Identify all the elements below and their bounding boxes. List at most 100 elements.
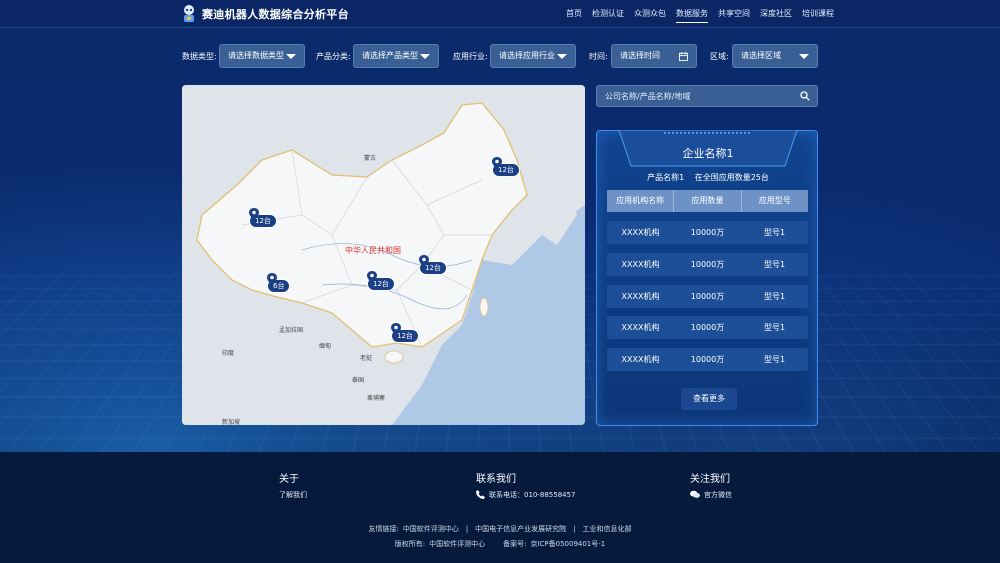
- table-row[interactable]: XXXX机构 10000万 型号1: [607, 285, 808, 308]
- location-pin-icon: [492, 157, 502, 169]
- calendar-icon: [679, 52, 688, 61]
- map-marker[interactable]: 12台: [249, 208, 277, 228]
- search-box: [596, 85, 818, 107]
- icp-number: 京ICP备05009401号-1: [530, 540, 606, 548]
- org-name-cell: XXXX机构: [621, 292, 660, 301]
- region-label: 区域:: [710, 52, 729, 61]
- nav-training[interactable]: 培训课程: [802, 0, 834, 28]
- china-map[interactable]: 蒙古 印度 缅甸 老挝 泰国 柬埔寨 孟加拉国 新加坡 中华人民共和国 12台 …: [182, 85, 585, 425]
- search-input[interactable]: [597, 86, 797, 106]
- copyright-label: 版权所有:: [394, 540, 426, 548]
- friend-links-label: 友情链接:: [368, 525, 399, 533]
- quantity-cell: 10000万: [690, 228, 725, 237]
- location-pin-icon: [249, 208, 259, 220]
- model-cell: 型号1: [763, 323, 786, 332]
- nav-home[interactable]: 首页: [566, 0, 582, 28]
- org-name-cell: XXXX机构: [621, 260, 660, 269]
- map-marker[interactable]: 12台: [391, 323, 419, 343]
- main-nav: 首页 检测认证 众测众包 数据服务 共享空间 深度社区 培训课程: [566, 0, 834, 28]
- data-type-select[interactable]: 请选择数据类型: [219, 44, 305, 68]
- industry-label: 应用行业:: [453, 52, 488, 61]
- region-value: 请选择区域: [741, 51, 781, 60]
- link-divider: |: [573, 525, 576, 533]
- company-name: 企业名称1: [682, 147, 734, 160]
- footer-about-title: 关于: [279, 474, 299, 485]
- map-label-laos: 老挝: [360, 355, 373, 362]
- location-pin-icon: [419, 255, 429, 267]
- view-more-button[interactable]: 查看更多: [681, 388, 737, 410]
- industry-value: 请选择应用行业: [499, 51, 555, 60]
- column-header: 应用数量: [674, 190, 742, 212]
- table-row[interactable]: XXXX机构 10000万 型号1: [607, 253, 808, 276]
- map-label-myanmar: 缅甸: [319, 343, 332, 350]
- industry-select[interactable]: 请选择应用行业: [490, 44, 576, 68]
- location-pin-icon: [367, 271, 377, 283]
- map-marker[interactable]: 12台: [419, 255, 447, 275]
- location-pin-icon: [391, 323, 401, 335]
- link-divider: |: [465, 525, 469, 533]
- column-header: 应用机构名称: [607, 190, 675, 212]
- map-marker[interactable]: 12台: [367, 271, 395, 291]
- wechat-text: 官方微信: [704, 491, 732, 499]
- model-cell: 型号1: [763, 355, 786, 364]
- table-row[interactable]: XXXX机构 10000万 型号1: [607, 221, 808, 244]
- friend-link[interactable]: 中国软件评测中心: [403, 525, 459, 533]
- friend-link[interactable]: 工业和信息化部: [583, 525, 632, 533]
- map-marker[interactable]: 6台: [267, 273, 291, 293]
- footer: 关于 了解我们 联系我们 联系电话：010-88558457 关注我们 官方微信…: [0, 452, 1000, 563]
- wechat-icon: [690, 490, 700, 498]
- model-cell: 型号1: [763, 292, 786, 301]
- model-cell: 型号1: [763, 260, 786, 269]
- map-label-bangladesh: 孟加拉国: [279, 327, 304, 334]
- column-header: 应用型号: [758, 196, 791, 205]
- company-summary: 产品名称1 在全国应用数量25台: [597, 172, 819, 183]
- nav-shared-space[interactable]: 共享空间: [718, 0, 750, 28]
- product-category-select[interactable]: 请选择产品类型: [353, 44, 439, 68]
- nav-community[interactable]: 深度社区: [760, 0, 792, 28]
- friend-link[interactable]: 中国电子信息产业发展研究院: [475, 525, 566, 533]
- time-label: 时间:: [589, 52, 608, 61]
- copyright-owner: 中国软件评测中心: [429, 540, 486, 548]
- company-panel: 企业名称1 产品名称1 在全国应用数量25台 应用机构名称 应用数量 应用型号 …: [596, 130, 818, 426]
- filter-bar: 数据类型: 请选择数据类型 产品分类: 请选择产品类型 应用行业: 请选择应用行…: [0, 44, 1000, 68]
- search-icon[interactable]: [800, 91, 810, 101]
- map-marker[interactable]: 12台: [492, 157, 520, 177]
- map-label-mongolia: 蒙古: [364, 155, 377, 162]
- data-type-value: 请选择数据类型: [228, 51, 284, 60]
- nav-certification[interactable]: 检测认证: [592, 0, 624, 28]
- quantity-cell: 10000万: [690, 292, 725, 301]
- location-pin-icon: [267, 273, 277, 285]
- table-row[interactable]: XXXX机构 10000万 型号1: [607, 348, 808, 371]
- product-name: 产品名称1: [647, 173, 685, 182]
- quantity-cell: 10000万: [690, 355, 725, 364]
- chevron-down-icon: [557, 54, 567, 59]
- top-navbar: 赛迪机器人数据综合分析平台 首页 检测认证 众测众包 数据服务 共享空间 深度社…: [0, 0, 1000, 28]
- icp-label: 备案号:: [503, 540, 527, 548]
- phone-icon: [476, 490, 485, 499]
- table-row[interactable]: XXXX机构 10000万 型号1: [607, 316, 808, 339]
- region-select[interactable]: 请选择区域: [732, 44, 818, 68]
- org-name-cell: XXXX机构: [621, 323, 660, 332]
- quantity-cell: 10000万: [690, 323, 725, 332]
- footer-contact-title: 联系我们: [476, 474, 516, 485]
- map-label-cambodia: 柬埔寨: [367, 395, 386, 402]
- about-us-link[interactable]: 了解我们: [279, 490, 307, 500]
- table-header: 应用机构名称 应用数量 应用型号: [607, 190, 808, 212]
- nav-data-service[interactable]: 数据服务: [676, 0, 708, 28]
- chevron-down-icon: [799, 54, 809, 59]
- map-label-china: 中华人民共和国: [345, 246, 401, 255]
- product-category-label: 产品分类:: [316, 52, 351, 61]
- time-picker[interactable]: 请选择时间: [611, 44, 697, 68]
- site-title: 赛迪机器人数据综合分析平台: [202, 8, 349, 21]
- org-name-cell: XXXX机构: [621, 228, 660, 237]
- nav-crowdtest[interactable]: 众测众包: [634, 0, 666, 28]
- footer-follow-title: 关注我们: [690, 474, 730, 485]
- contact-phone-text: 联系电话：010-88558457: [489, 491, 576, 499]
- copyright-line: 版权所有: 中国软件评测中心 备案号: 京ICP备05009401号-1: [0, 539, 1000, 549]
- contact-phone: 联系电话：010-88558457: [476, 490, 576, 500]
- quantity-cell: 10000万: [690, 260, 725, 269]
- wechat-link[interactable]: 官方微信: [690, 490, 732, 500]
- time-value: 请选择时间: [620, 51, 660, 60]
- chevron-down-icon: [420, 54, 430, 59]
- data-type-label: 数据类型:: [182, 52, 217, 61]
